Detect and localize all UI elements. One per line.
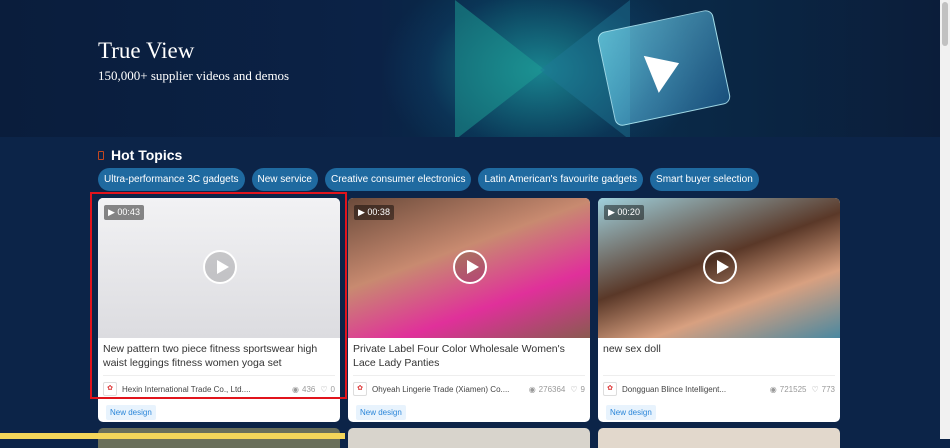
topic-chip[interactable]: Creative consumer electronics <box>324 168 472 191</box>
scrollbar[interactable] <box>940 0 950 439</box>
true-view-banner[interactable]: True View 150,000+ supplier videos and d… <box>0 0 940 137</box>
chevron-graphic <box>455 0 545 137</box>
views-stat: ◉ 721525 <box>770 385 807 394</box>
video-duration: ▶ 00:20 <box>604 205 644 220</box>
heart-icon[interactable]: ♡ <box>811 385 818 394</box>
tag-badge[interactable]: New design <box>356 405 406 420</box>
views-stat: ◉ 276364 <box>529 385 566 394</box>
video-title[interactable]: new sex doll <box>598 338 840 375</box>
topic-chip[interactable]: New service <box>251 168 318 191</box>
topic-chip[interactable]: Latin American's favourite gadgets <box>478 168 644 191</box>
banner-subtitle: 150,000+ supplier videos and demos <box>98 68 290 83</box>
hot-topics-heading: Hot Topics <box>98 147 182 163</box>
likes-stat[interactable]: ♡ 9 <box>570 385 585 394</box>
topic-chips: Ultra-performance 3C gadgets New service… <box>98 168 759 191</box>
duration-text: 00:20 <box>617 207 640 217</box>
eye-icon: ◉ <box>528 384 536 394</box>
hot-topics-icon <box>98 150 104 160</box>
card-footer: ✿ Dongguan Blince Intelligent... ◉ 721525… <box>598 376 840 402</box>
card-footer: ✿ Ohyeah Lingerie Trade (Xiamen) Co.... … <box>348 376 590 402</box>
company-name[interactable]: Dongguan Blince Intelligent... <box>622 385 765 394</box>
duration-text: 00:38 <box>367 207 390 217</box>
heart-icon[interactable]: ♡ <box>570 385 577 394</box>
views-count: 276364 <box>538 384 566 394</box>
company-logo: ✿ <box>353 382 367 396</box>
video-duration: ▶ 00:38 <box>354 205 394 220</box>
banner-title: True View <box>98 38 195 63</box>
play-button-icon[interactable] <box>453 250 487 284</box>
tag-badge[interactable]: New design <box>106 405 156 420</box>
topic-chip[interactable]: Smart buyer selection <box>650 168 759 191</box>
selection-highlight <box>90 192 347 399</box>
video-card[interactable]: ▶ 00:20 new sex doll ✿ Dongguan Blince I… <box>598 198 840 422</box>
scrollbar-thumb[interactable] <box>942 2 948 46</box>
eye-icon: ◉ <box>769 384 777 394</box>
play-button-icon[interactable] <box>703 250 737 284</box>
video-card-partial[interactable] <box>348 428 590 448</box>
likes-count: 9 <box>580 384 585 394</box>
video-card-partial[interactable] <box>598 428 840 448</box>
company-name[interactable]: Ohyeah Lingerie Trade (Xiamen) Co.... <box>372 385 524 394</box>
video-card[interactable]: ▶ 00:38 Private Label Four Color Wholesa… <box>348 198 590 422</box>
likes-count: 773 <box>821 384 835 394</box>
video-title[interactable]: Private Label Four Color Wholesale Women… <box>348 338 590 375</box>
play-icon <box>643 44 687 93</box>
video-thumbnail[interactable]: ▶ 00:38 <box>348 198 590 338</box>
notification-bar[interactable] <box>0 433 345 439</box>
likes-stat[interactable]: ♡ 773 <box>811 385 835 394</box>
views-count: 721525 <box>779 384 807 394</box>
hot-topics-title: Hot Topics <box>111 147 183 163</box>
video-thumbnail[interactable]: ▶ 00:20 <box>598 198 840 338</box>
company-logo: ✿ <box>603 382 617 396</box>
tag-badge[interactable]: New design <box>606 405 656 420</box>
topic-chip[interactable]: Ultra-performance 3C gadgets <box>98 168 245 191</box>
